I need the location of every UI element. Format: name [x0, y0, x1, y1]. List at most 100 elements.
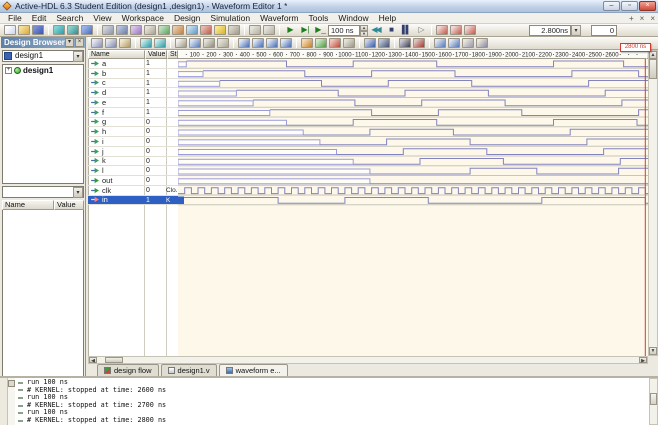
scroll-up-icon[interactable]: ▲ [649, 51, 657, 59]
zoom-tool-button[interactable] [189, 38, 201, 48]
signal-name-cell[interactable]: out [88, 176, 144, 185]
zoom-out-button[interactable] [252, 38, 264, 48]
design-browser-button[interactable] [81, 25, 93, 35]
stop-button[interactable]: ■ [384, 25, 397, 36]
pause-button[interactable]: ▌▌ [399, 25, 412, 36]
new-document-button[interactable] [4, 25, 16, 35]
menu-tools[interactable]: Tools [304, 13, 334, 23]
column-value[interactable]: Value [54, 200, 84, 210]
signal-row-l[interactable]: l0 [88, 166, 178, 176]
cut-button[interactable] [91, 38, 103, 48]
signal-name-cell[interactable]: h [88, 127, 144, 136]
panel-close-icon[interactable]: × [75, 38, 84, 47]
signal-name-cell[interactable]: e [88, 98, 144, 107]
signal-name-cell[interactable]: d [88, 88, 144, 97]
add-signals-button[interactable] [158, 25, 170, 35]
signal-name-cell[interactable]: g [88, 118, 144, 126]
run-macro-button[interactable] [228, 25, 240, 35]
save-button[interactable] [32, 25, 44, 35]
end-simulation-button[interactable] [263, 25, 275, 35]
copy-button[interactable] [105, 38, 117, 48]
scroll-thumb[interactable] [649, 59, 657, 79]
panel-menu-icon[interactable]: ▾ [65, 38, 74, 47]
zoom-cursor-button[interactable] [280, 38, 292, 48]
find-button[interactable] [144, 25, 156, 35]
new-workspace-button[interactable] [53, 25, 65, 35]
tab-waveform-e-[interactable]: waveform e... [218, 364, 288, 376]
zoom-in-button[interactable] [238, 38, 250, 48]
paste-button[interactable] [119, 38, 131, 48]
search-next-button[interactable] [413, 38, 425, 48]
menu-help[interactable]: Help [374, 13, 401, 23]
mdi-float-icon[interactable]: × [640, 14, 645, 23]
signal-name-cell[interactable]: l [88, 166, 144, 175]
signal-row-a[interactable]: a1 [88, 59, 178, 69]
scroll-left-icon[interactable]: ◀ [89, 357, 97, 364]
menu-window[interactable]: Window [333, 13, 373, 23]
hotkeys-button[interactable] [200, 25, 212, 35]
chevron-down-icon[interactable]: ▾ [571, 24, 581, 36]
waveform-traces[interactable] [178, 59, 648, 356]
trace-over-button[interactable] [450, 25, 462, 35]
search-button[interactable] [399, 38, 411, 48]
attach-workspace-button[interactable] [67, 25, 79, 35]
marker-button[interactable] [462, 38, 474, 48]
scroll-thumb[interactable] [105, 357, 123, 363]
trace-into-button[interactable] [436, 25, 448, 35]
signal-name-cell[interactable]: f [88, 108, 144, 117]
run-until-button[interactable]: ▶_ [314, 25, 327, 36]
step-button[interactable]: ▷ [414, 25, 427, 36]
signal-row-j[interactable]: j0 [88, 147, 178, 157]
stimulator-gray-button[interactable] [343, 38, 355, 48]
run-time-field[interactable]: 100 ns [328, 24, 360, 36]
run-time-spinner[interactable]: ▲ ▼ [360, 24, 368, 37]
elaborate-button[interactable] [130, 25, 142, 35]
chevron-down-icon[interactable]: ▾ [73, 187, 83, 198]
signal-name-cell[interactable]: clk [88, 186, 144, 195]
stimulator-green-button[interactable] [315, 38, 327, 48]
signal-row-out[interactable]: out 0 [88, 176, 178, 186]
signal-row-h[interactable]: h0 [88, 127, 178, 137]
close-button[interactable]: × [639, 1, 656, 11]
signal-row-d[interactable]: d1 [88, 88, 178, 98]
initialize-simulation-button[interactable] [214, 25, 226, 35]
scroll-down-icon[interactable]: ▼ [649, 347, 657, 355]
menu-design[interactable]: Design [169, 13, 205, 23]
stimulator-red-button[interactable] [329, 38, 341, 48]
maximize-button[interactable]: ▫ [621, 1, 638, 11]
measure-tool-button[interactable] [203, 38, 215, 48]
compile-all-button[interactable] [116, 25, 128, 35]
spin-down-icon[interactable]: ▼ [360, 30, 368, 37]
wave-vscrollbar[interactable]: ▲ ▼ [648, 50, 658, 356]
undo-button[interactable] [140, 38, 152, 48]
signal-row-in[interactable]: in 1 K [88, 195, 178, 206]
restart-simulation-button[interactable] [249, 25, 261, 35]
list-view-button[interactable] [378, 38, 390, 48]
column-name[interactable]: Name [2, 200, 54, 210]
pointer-tool-button[interactable] [175, 38, 187, 48]
menu-search[interactable]: Search [51, 13, 88, 23]
menu-view[interactable]: View [88, 13, 116, 23]
signal-name-cell[interactable]: j [88, 147, 144, 156]
grid-tool-button[interactable] [217, 38, 229, 48]
cursor-time-combo[interactable]: 2.800ns [529, 24, 571, 36]
minimize-button[interactable]: – [603, 1, 620, 11]
signal-row-clk[interactable]: clk 0 Clo... [88, 186, 178, 196]
signal-row-e[interactable]: e1 [88, 98, 178, 108]
wave-column-name[interactable]: Name [88, 50, 145, 59]
signal-name-cell[interactable]: b [88, 69, 144, 78]
signal-name-cell[interactable]: i [88, 137, 144, 146]
zoom-fit-button[interactable] [266, 38, 278, 48]
workspace-combo[interactable]: design1 ▾ [2, 50, 84, 62]
redo-button[interactable] [154, 38, 166, 48]
wave-column-sti[interactable]: Sti.. [167, 50, 178, 59]
menu-waveform[interactable]: Waveform [255, 13, 303, 23]
tree-expander-icon[interactable]: + [5, 67, 12, 74]
run-button[interactable]: ▶ [284, 25, 297, 36]
waveform-editor-button[interactable] [186, 25, 198, 35]
open-folder-button[interactable] [18, 25, 30, 35]
wave-hscrollbar[interactable]: ◀ ▶ [88, 356, 648, 364]
signal-name-cell[interactable]: k [88, 157, 144, 165]
menu-edit[interactable]: Edit [27, 13, 52, 23]
menu-workspace[interactable]: Workspace [117, 13, 169, 23]
